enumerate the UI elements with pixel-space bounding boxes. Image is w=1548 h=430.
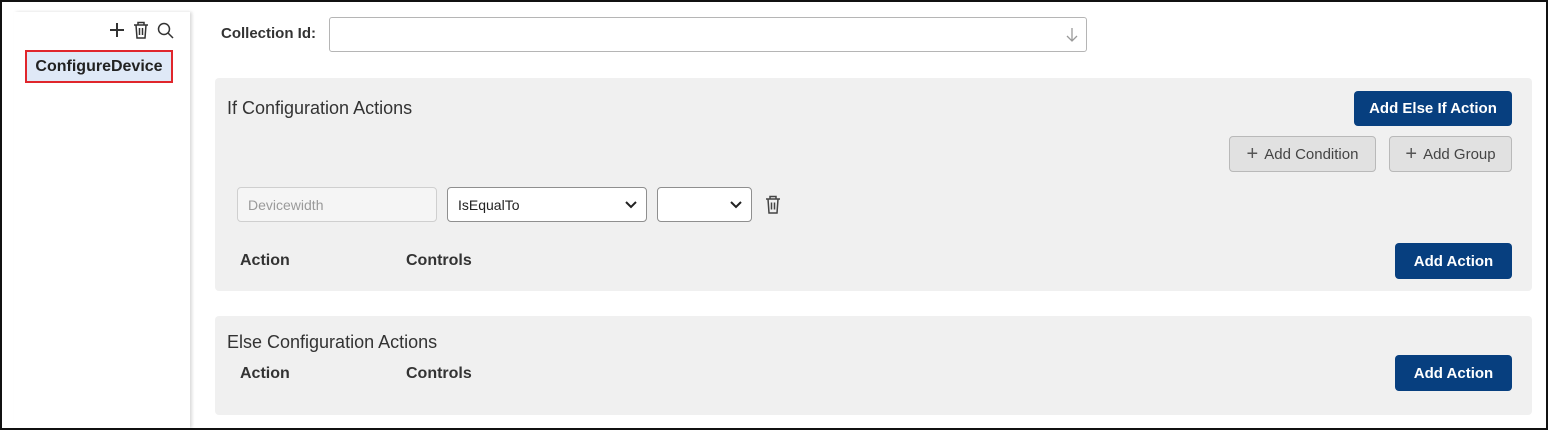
add-else-if-action-button[interactable]: Add Else If Action	[1354, 91, 1512, 126]
if-action-column-header: Action	[240, 252, 290, 269]
add-group-label: Add Group	[1423, 145, 1496, 163]
chevron-down-icon	[729, 197, 743, 214]
if-add-action-button[interactable]: Add Action	[1395, 243, 1512, 279]
plus-icon: +	[1405, 143, 1418, 165]
add-condition-button[interactable]: + Add Condition	[1229, 136, 1376, 172]
condition-operator-select[interactable]: IsEqualTo	[447, 187, 647, 222]
if-controls-column-header: Controls	[406, 252, 472, 269]
plus-icon[interactable]	[108, 20, 126, 40]
condition-value-select[interactable]	[657, 187, 752, 222]
else-action-column-header: Action	[240, 365, 290, 382]
arrow-down-icon	[1066, 27, 1078, 47]
sidebar-item-label: ConfigureDevice	[35, 57, 163, 75]
search-icon[interactable]	[156, 20, 174, 40]
sidebar-item-configuredevice[interactable]: ConfigureDevice	[25, 50, 173, 83]
else-controls-column-header: Controls	[406, 365, 472, 382]
add-group-button[interactable]: + Add Group	[1389, 136, 1512, 172]
if-panel-title: If Configuration Actions	[227, 98, 413, 118]
app-frame: ConfigureDevice Collection Id: If Config…	[0, 0, 1548, 430]
condition-field-input[interactable]: Devicewidth	[237, 187, 437, 222]
add-condition-label: Add Condition	[1264, 145, 1359, 163]
delete-condition-trash-icon[interactable]	[765, 195, 781, 220]
condition-field-placeholder: Devicewidth	[248, 196, 324, 213]
plus-icon: +	[1246, 143, 1259, 165]
if-configuration-panel: If Configuration Actions Add Else If Act…	[215, 78, 1532, 291]
trash-icon[interactable]	[132, 20, 150, 40]
else-add-action-button[interactable]: Add Action	[1395, 355, 1512, 391]
main-content: Collection Id: If Configuration Actions …	[215, 2, 1532, 428]
collection-id-label: Collection Id:	[221, 25, 316, 42]
else-configuration-panel: Else Configuration Actions Action Contro…	[215, 316, 1532, 415]
collection-id-input[interactable]	[329, 17, 1087, 52]
sidebar: ConfigureDevice	[14, 12, 190, 428]
else-panel-title: Else Configuration Actions	[227, 332, 438, 352]
condition-operator-value: IsEqualTo	[458, 196, 520, 213]
chevron-down-icon	[624, 197, 638, 214]
sidebar-toolbar	[108, 20, 174, 40]
